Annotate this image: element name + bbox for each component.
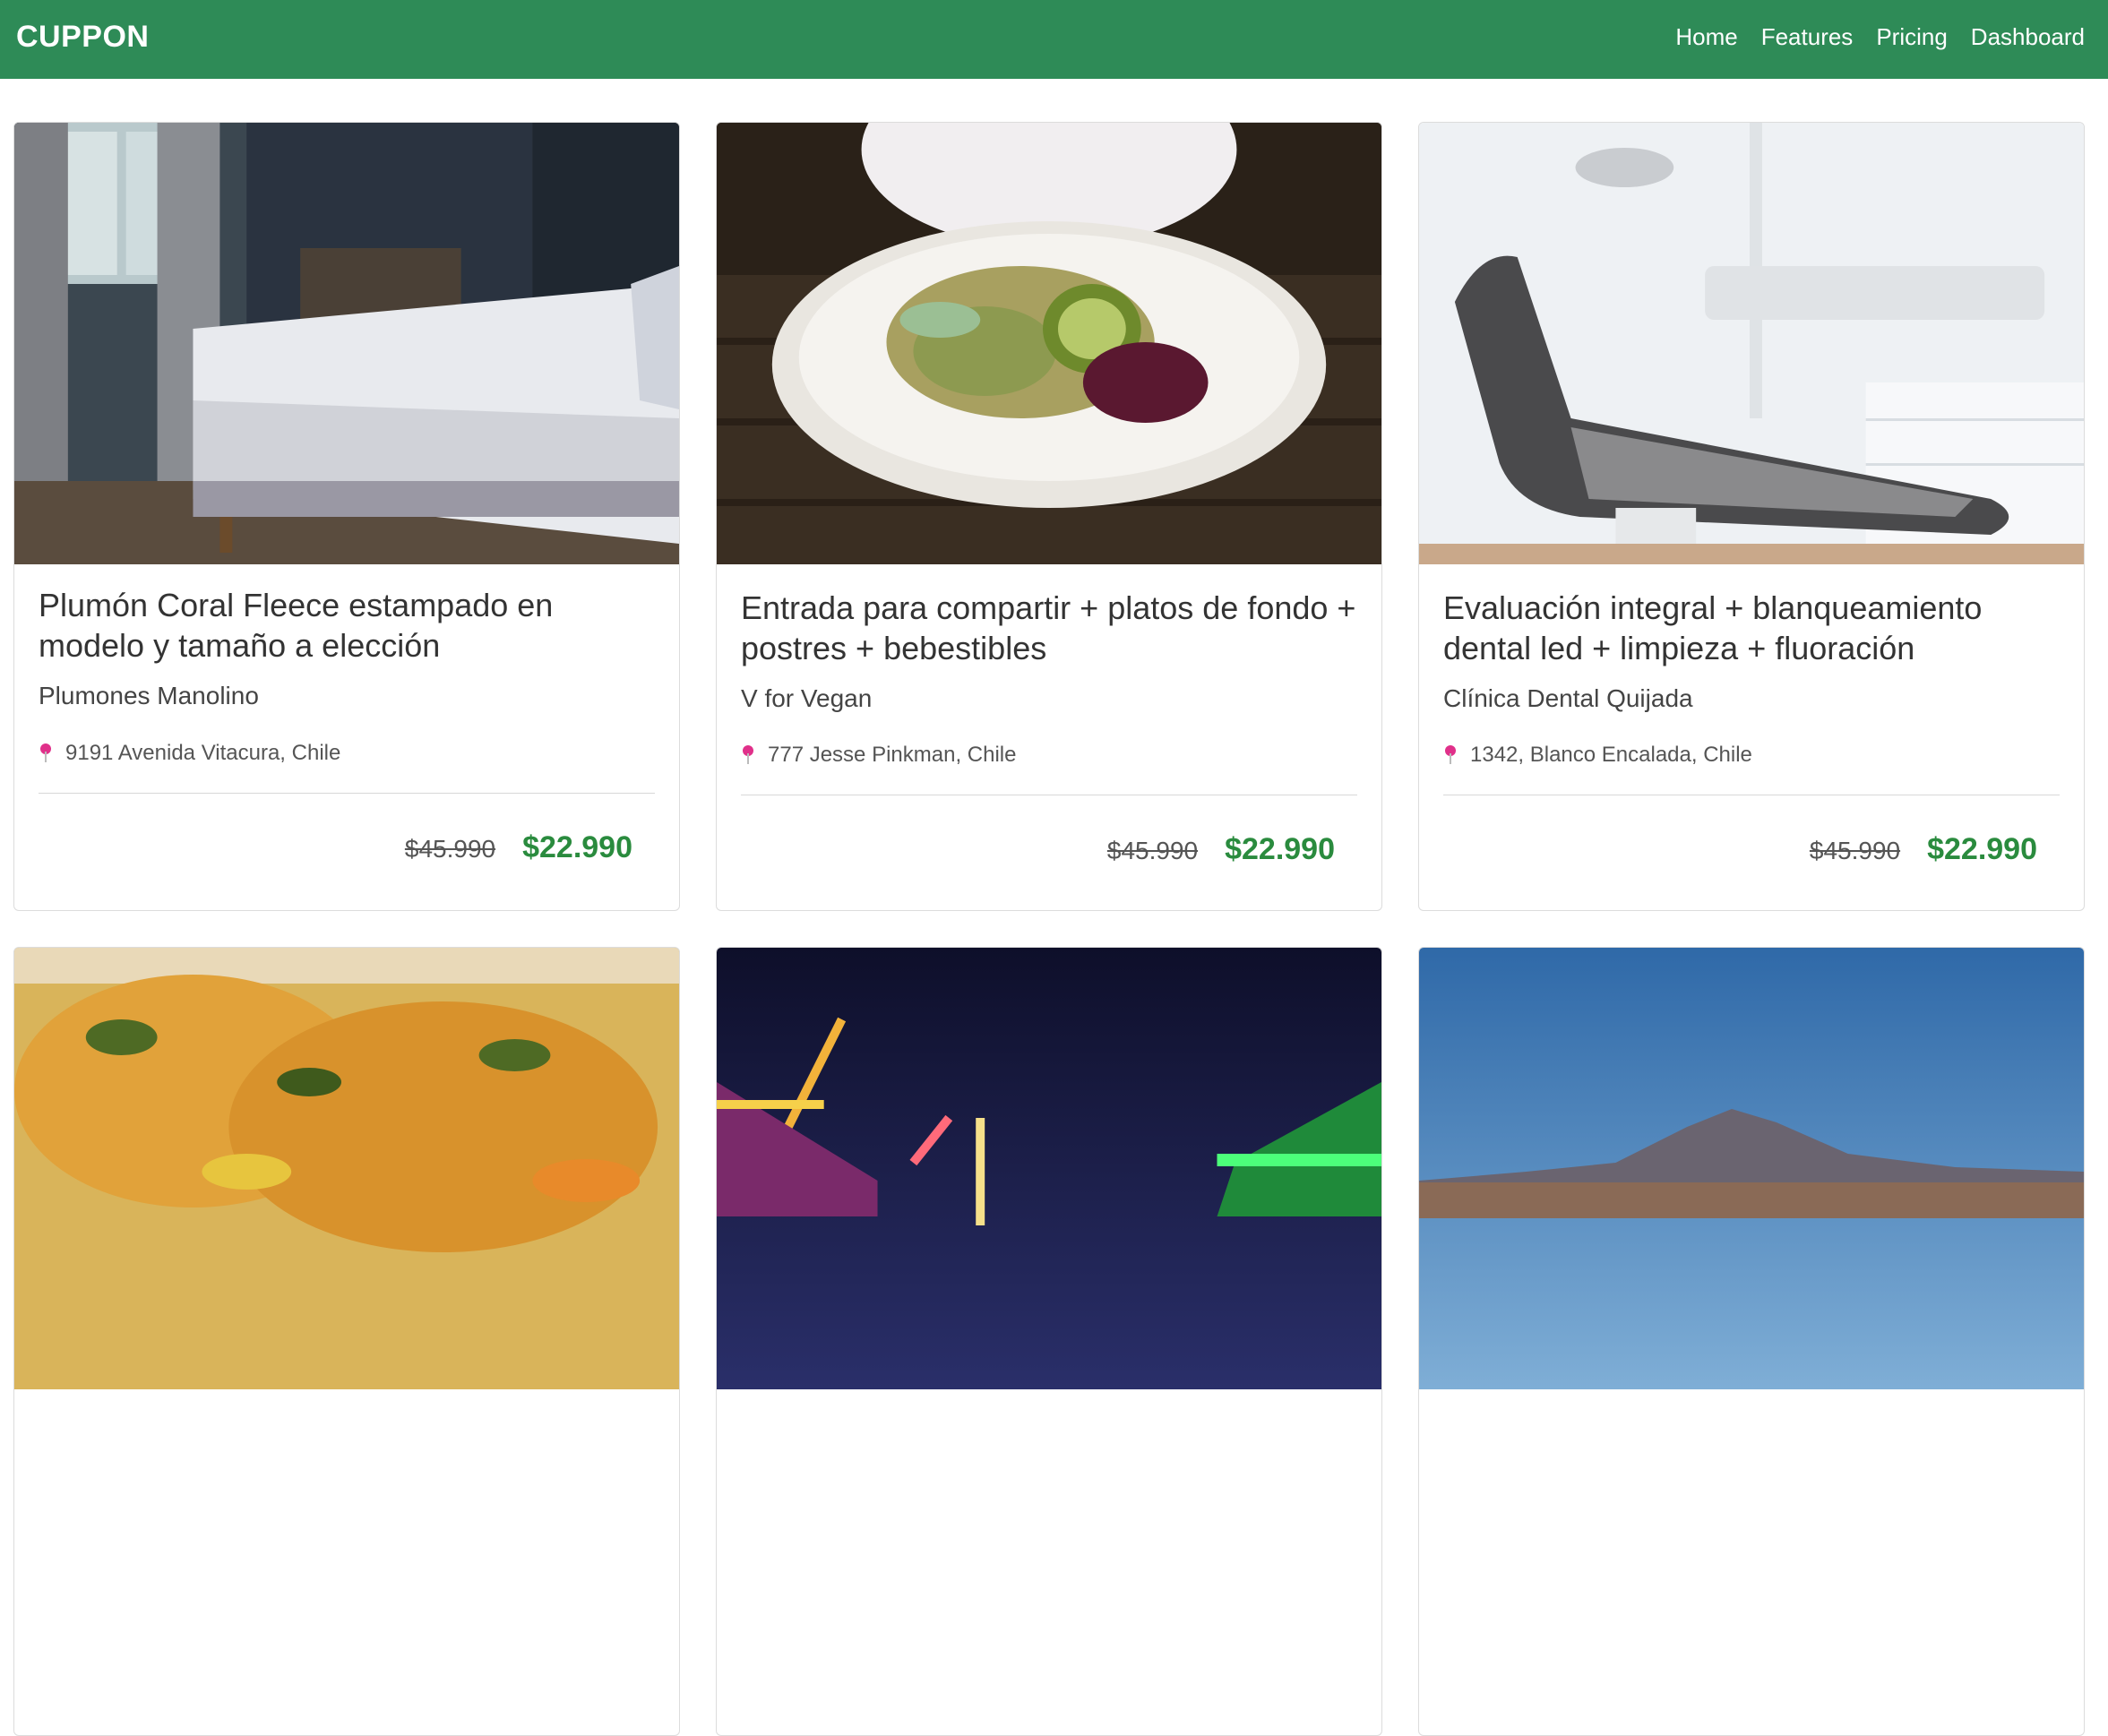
- deal-card[interactable]: [1418, 947, 2085, 1736]
- vegan-salad-photo: [717, 123, 1381, 564]
- deal-title[interactable]: Plumón Coral Fleece estampado en modelo …: [39, 585, 655, 666]
- old-price: $45.990: [1106, 837, 1199, 864]
- map-pin-icon: [39, 743, 53, 764]
- carnival-night-photo: [717, 948, 1381, 1389]
- card-divider: [39, 793, 655, 794]
- food-dish-photo: [14, 948, 679, 1389]
- brand-logo[interactable]: CUPPON: [16, 20, 149, 55]
- bedroom-photo: [14, 123, 679, 564]
- nav-link-pricing[interactable]: Pricing: [1876, 23, 1947, 51]
- old-price: $45.990: [404, 835, 496, 863]
- old-price: $45.990: [1809, 837, 1901, 864]
- nav-link-dashboard[interactable]: Dashboard: [1971, 23, 2085, 51]
- nav-links: Home Features Pricing Dashboard: [1675, 23, 2085, 51]
- deal-card[interactable]: Entrada para compartir + platos de fondo…: [716, 122, 1382, 911]
- navbar: CUPPON Home Features Pricing Dashboard: [0, 0, 2108, 79]
- deal-image[interactable]: [717, 123, 1381, 564]
- deal-location: 777 Jesse Pinkman, Chile: [741, 743, 1016, 768]
- deal-vendor: Plumones Manolino: [39, 682, 259, 709]
- deal-vendor: V for Vegan: [741, 684, 873, 712]
- desert-mountain-photo: [1419, 948, 2084, 1389]
- deal-image[interactable]: [14, 948, 679, 1389]
- deal-location-text: 1342, Blanco Encalada, Chile: [1470, 743, 1752, 767]
- map-pin-icon: [741, 744, 755, 766]
- new-price: $22.990: [522, 830, 632, 864]
- price-block: $45.990 $22.990: [1810, 832, 2037, 867]
- deal-image[interactable]: [717, 948, 1381, 1389]
- deal-title[interactable]: Entrada para compartir + platos de fondo…: [741, 588, 1357, 668]
- deal-image[interactable]: [1419, 948, 2084, 1389]
- deal-location-text: 9191 Avenida Vitacura, Chile: [65, 741, 341, 765]
- nav-link-home[interactable]: Home: [1675, 23, 1737, 51]
- deal-location: 1342, Blanco Encalada, Chile: [1443, 743, 1752, 768]
- deal-location-text: 777 Jesse Pinkman, Chile: [768, 743, 1017, 767]
- deal-card[interactable]: [716, 947, 1382, 1736]
- new-price: $22.990: [1225, 832, 1335, 866]
- map-pin-icon: [1443, 744, 1458, 766]
- price-block: $45.990 $22.990: [1107, 832, 1335, 867]
- nav-link-features[interactable]: Features: [1761, 23, 1854, 51]
- deal-card[interactable]: Evaluación integral + blanqueamiento den…: [1418, 122, 2085, 911]
- deal-location: 9191 Avenida Vitacura, Chile: [39, 741, 340, 766]
- deal-title[interactable]: Evaluación integral + blanqueamiento den…: [1443, 588, 2060, 668]
- deal-card[interactable]: [13, 947, 680, 1736]
- price-block: $45.990 $22.990: [405, 830, 632, 865]
- new-price: $22.990: [1927, 832, 2037, 866]
- deal-vendor: Clínica Dental Quijada: [1443, 684, 1693, 712]
- deal-card[interactable]: Plumón Coral Fleece estampado en modelo …: [13, 122, 680, 911]
- deal-image[interactable]: [1419, 123, 2084, 564]
- deal-image[interactable]: [14, 123, 679, 564]
- dental-chair-photo: [1419, 123, 2084, 564]
